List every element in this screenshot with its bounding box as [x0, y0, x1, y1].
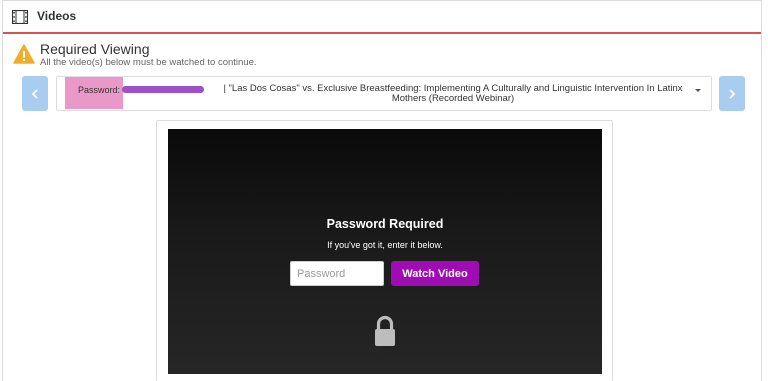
- password-required-heading: Password Required: [326, 217, 444, 231]
- film-icon: [12, 10, 28, 24]
- selected-video-title: | "Las Dos Cosas" vs. Exclusive Breastfe…: [223, 83, 683, 104]
- password-label: Password:: [78, 85, 121, 95]
- panel-title: Videos: [37, 9, 77, 23]
- videos-panel: Videos Required Viewing All the video(s)…: [2, 0, 762, 381]
- warning-icon: [13, 44, 35, 64]
- password-hint: If you've got it, enter it below.: [327, 240, 443, 250]
- watch-video-button[interactable]: Watch Video: [391, 261, 479, 286]
- panel-header: Videos: [3, 1, 761, 34]
- chevron-left-icon: [31, 88, 38, 99]
- caret-down-icon: [695, 89, 701, 92]
- password-redaction: [122, 86, 204, 93]
- required-viewing-title: Required Viewing: [40, 41, 150, 57]
- required-viewing-subtitle: All the video(s) below must be watched t…: [40, 57, 257, 68]
- chevron-right-icon: [729, 88, 736, 99]
- lock-icon: [375, 315, 395, 346]
- password-input[interactable]: [290, 261, 384, 286]
- video-player: Password Required If you've got it, ente…: [168, 129, 602, 374]
- previous-video-button[interactable]: [22, 76, 48, 111]
- next-video-button[interactable]: [719, 76, 745, 111]
